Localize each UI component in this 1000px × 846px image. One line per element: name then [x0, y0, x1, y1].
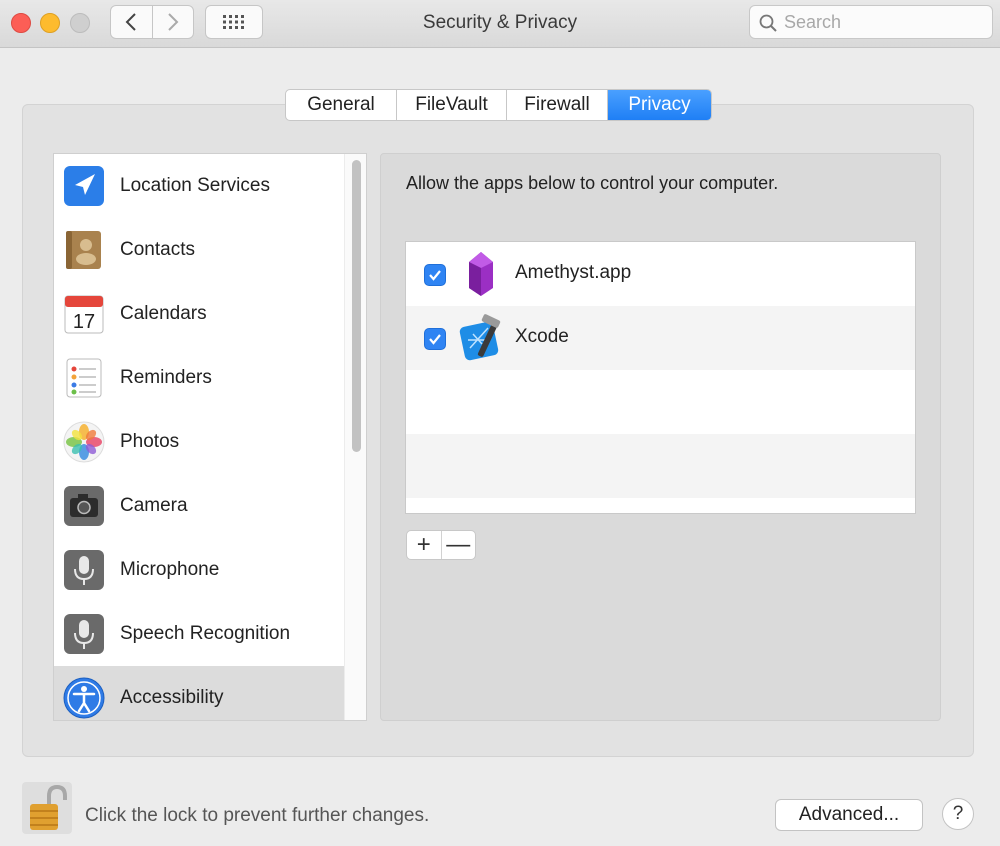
chevron-left-icon: [125, 13, 136, 31]
checkmark-icon: [429, 270, 441, 281]
microphone-icon: [64, 550, 104, 590]
tab-filevault[interactable]: FileVault: [396, 90, 506, 120]
camera-icon: [64, 486, 104, 526]
app-row-xcode[interactable]: Xcode: [406, 306, 915, 370]
grid-icon: [223, 15, 244, 29]
photos-flower-icon: [63, 421, 105, 463]
app-row-amethyst[interactable]: Amethyst.app: [406, 242, 915, 306]
privacy-category-list[interactable]: Location Services Contacts 17 Calendars …: [53, 153, 367, 721]
xcode-hammer-icon: [459, 314, 501, 361]
location-arrow-icon: [64, 166, 104, 206]
calendar-day-text: 17: [73, 311, 95, 333]
sidebar-item-label: Accessibility: [120, 687, 224, 708]
calendar-icon: 17: [64, 295, 104, 334]
unlocked-padlock-icon[interactable]: [22, 782, 72, 834]
forward-button[interactable]: [151, 6, 194, 38]
tab-privacy[interactable]: Privacy: [607, 90, 711, 120]
help-button[interactable]: ?: [942, 798, 974, 830]
reminders-list-icon: [66, 358, 102, 398]
sidebar-item-microphone[interactable]: Microphone: [54, 538, 344, 602]
sidebar-item-accessibility[interactable]: Accessibility: [54, 666, 344, 720]
accessibility-icon: [63, 677, 105, 719]
sidebar-item-contacts[interactable]: Contacts: [54, 218, 344, 282]
contacts-book-icon: [66, 231, 101, 269]
minimize-window-button[interactable]: [40, 13, 60, 33]
app-name: Xcode: [515, 326, 569, 347]
add-remove-control: + —: [406, 530, 476, 560]
sidebar-item-camera[interactable]: Camera: [54, 474, 344, 538]
sidebar-item-label: Reminders: [120, 367, 212, 388]
sidebar-item-label: Photos: [120, 431, 180, 452]
back-button[interactable]: [111, 6, 152, 38]
checkmark-icon: [429, 334, 441, 345]
window-title: Security & Privacy: [422, 12, 578, 33]
app-permission-list[interactable]: Amethyst.app Xcode: [405, 241, 916, 514]
app-checkbox[interactable]: [424, 328, 446, 350]
title-bar: Security & Privacy: [0, 0, 1000, 48]
tab-bar: General FileVault Firewall Privacy: [285, 89, 712, 121]
sidebar-item-label: Camera: [120, 495, 188, 516]
sidebar-item-label: Location Services: [120, 175, 270, 196]
close-window-button[interactable]: [11, 13, 31, 33]
sidebar-item-location-services[interactable]: Location Services: [54, 154, 344, 218]
panel-description: Allow the apps below to control your com…: [406, 173, 779, 193]
app-checkbox[interactable]: [424, 264, 446, 286]
sidebar-item-reminders[interactable]: Reminders: [54, 346, 344, 410]
zoom-window-button[interactable]: [70, 13, 90, 33]
sidebar-item-label: Contacts: [120, 239, 195, 260]
sidebar-item-label: Speech Recognition: [120, 623, 291, 644]
sidebar-item-photos[interactable]: Photos: [54, 410, 344, 474]
back-forward-group: [110, 5, 194, 39]
sidebar-item-label: Calendars: [120, 303, 207, 324]
sidebar-item-calendars[interactable]: 17 Calendars: [54, 282, 344, 346]
lock-status-text: Click the lock to prevent further change…: [85, 805, 430, 826]
scrollbar-thumb[interactable]: [352, 160, 361, 452]
speech-recognition-icon: [64, 614, 104, 654]
add-app-button[interactable]: +: [407, 531, 441, 559]
amethyst-gem-icon: [469, 252, 493, 296]
sidebar-item-speech-recognition[interactable]: Speech Recognition: [54, 602, 344, 666]
sidebar-scrollbar[interactable]: [344, 154, 366, 720]
app-name: Amethyst.app: [515, 262, 632, 283]
sidebar-item-label: Microphone: [120, 559, 220, 580]
search-box[interactable]: [749, 5, 993, 39]
chevron-right-icon: [168, 13, 179, 31]
tab-firewall[interactable]: Firewall: [506, 90, 607, 120]
advanced-button[interactable]: Advanced...: [775, 799, 923, 831]
remove-app-button[interactable]: —: [440, 531, 476, 559]
tab-general[interactable]: General: [286, 90, 396, 120]
search-input[interactable]: [784, 6, 984, 38]
search-icon: [759, 14, 777, 32]
show-all-button[interactable]: [205, 5, 263, 39]
app-row-empty: [406, 434, 915, 498]
app-row-empty: [406, 370, 915, 434]
